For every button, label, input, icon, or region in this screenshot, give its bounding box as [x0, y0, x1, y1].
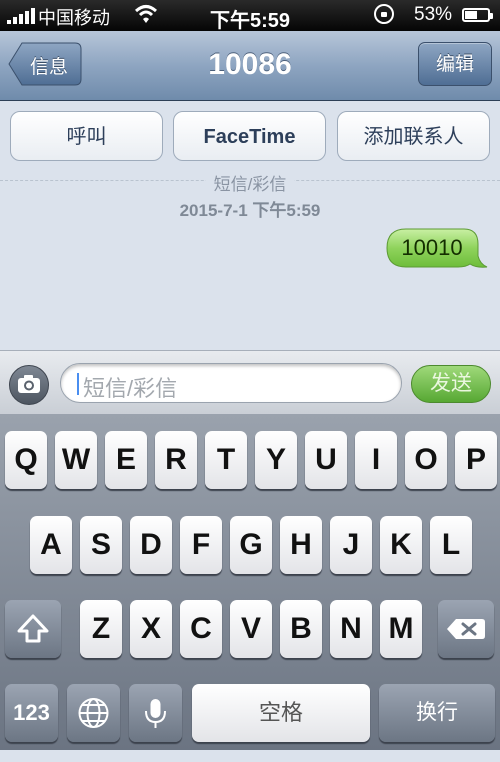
microphone-icon: [145, 699, 166, 728]
key-w[interactable]: W: [55, 431, 97, 489]
message-input[interactable]: 短信/彩信: [60, 363, 402, 403]
key-r[interactable]: R: [155, 431, 197, 489]
return-key[interactable]: 换行: [379, 684, 495, 742]
battery-percent: 53%: [414, 4, 453, 25]
message-text: 10010: [401, 235, 463, 260]
message-input-bar: 短信/彩信 发送: [0, 350, 500, 415]
call-button[interactable]: 呼叫: [10, 111, 163, 161]
add-contact-button[interactable]: 添加联系人: [337, 111, 490, 161]
conversation-area: 呼叫 FaceTime 添加联系人 短信/彩信 2015-7-1 下午5:59 …: [0, 101, 500, 350]
key-n[interactable]: N: [330, 600, 372, 658]
message-type-label: 短信/彩信: [205, 175, 295, 194]
key-j[interactable]: J: [330, 516, 372, 574]
key-u[interactable]: U: [305, 431, 347, 489]
status-bar: 中国移动 下午5:59 53%: [0, 0, 500, 32]
key-y[interactable]: Y: [255, 431, 297, 489]
key-g[interactable]: G: [230, 516, 272, 574]
key-p[interactable]: P: [455, 431, 497, 489]
key-f[interactable]: F: [180, 516, 222, 574]
key-z[interactable]: Z: [80, 600, 122, 658]
keyboard: Q W E R T Y U I O P A S D F G H J K L Z …: [0, 414, 500, 750]
key-i[interactable]: I: [355, 431, 397, 489]
key-x[interactable]: X: [130, 600, 172, 658]
backspace-icon: [447, 619, 485, 639]
orientation-lock-icon: [374, 4, 394, 24]
key-k[interactable]: K: [380, 516, 422, 574]
shift-arrow-icon: [17, 614, 49, 643]
message-timestamp: 2015-7-1 下午5:59: [179, 201, 321, 220]
send-button[interactable]: 发送: [411, 365, 491, 403]
key-s[interactable]: S: [80, 516, 122, 574]
battery-icon: [462, 8, 493, 22]
camera-button[interactable]: [9, 365, 49, 405]
globe-icon: [78, 698, 109, 728]
key-d[interactable]: D: [130, 516, 172, 574]
key-h[interactable]: H: [280, 516, 322, 574]
delete-key[interactable]: [438, 600, 494, 658]
key-v[interactable]: V: [230, 600, 272, 658]
key-a[interactable]: A: [30, 516, 72, 574]
camera-icon: [18, 375, 40, 393]
key-c[interactable]: C: [180, 600, 222, 658]
outgoing-message-bubble[interactable]: 10010: [386, 228, 488, 268]
space-key[interactable]: 空格: [192, 684, 370, 742]
globe-key[interactable]: [67, 684, 120, 742]
shift-key[interactable]: [5, 600, 61, 658]
key-b[interactable]: B: [280, 600, 322, 658]
text-caret: [77, 373, 79, 395]
key-l[interactable]: L: [430, 516, 472, 574]
key-e[interactable]: E: [105, 431, 147, 489]
facetime-button[interactable]: FaceTime: [173, 111, 326, 161]
edit-button[interactable]: 编辑: [418, 42, 492, 86]
key-q[interactable]: Q: [5, 431, 47, 489]
message-input-placeholder: 短信/彩信: [83, 376, 178, 401]
key-o[interactable]: O: [405, 431, 447, 489]
navigation-bar: 信息 10086 编辑: [0, 31, 500, 101]
numbers-key[interactable]: 123: [5, 684, 58, 742]
key-m[interactable]: M: [380, 600, 422, 658]
key-t[interactable]: T: [205, 431, 247, 489]
microphone-key[interactable]: [129, 684, 182, 742]
